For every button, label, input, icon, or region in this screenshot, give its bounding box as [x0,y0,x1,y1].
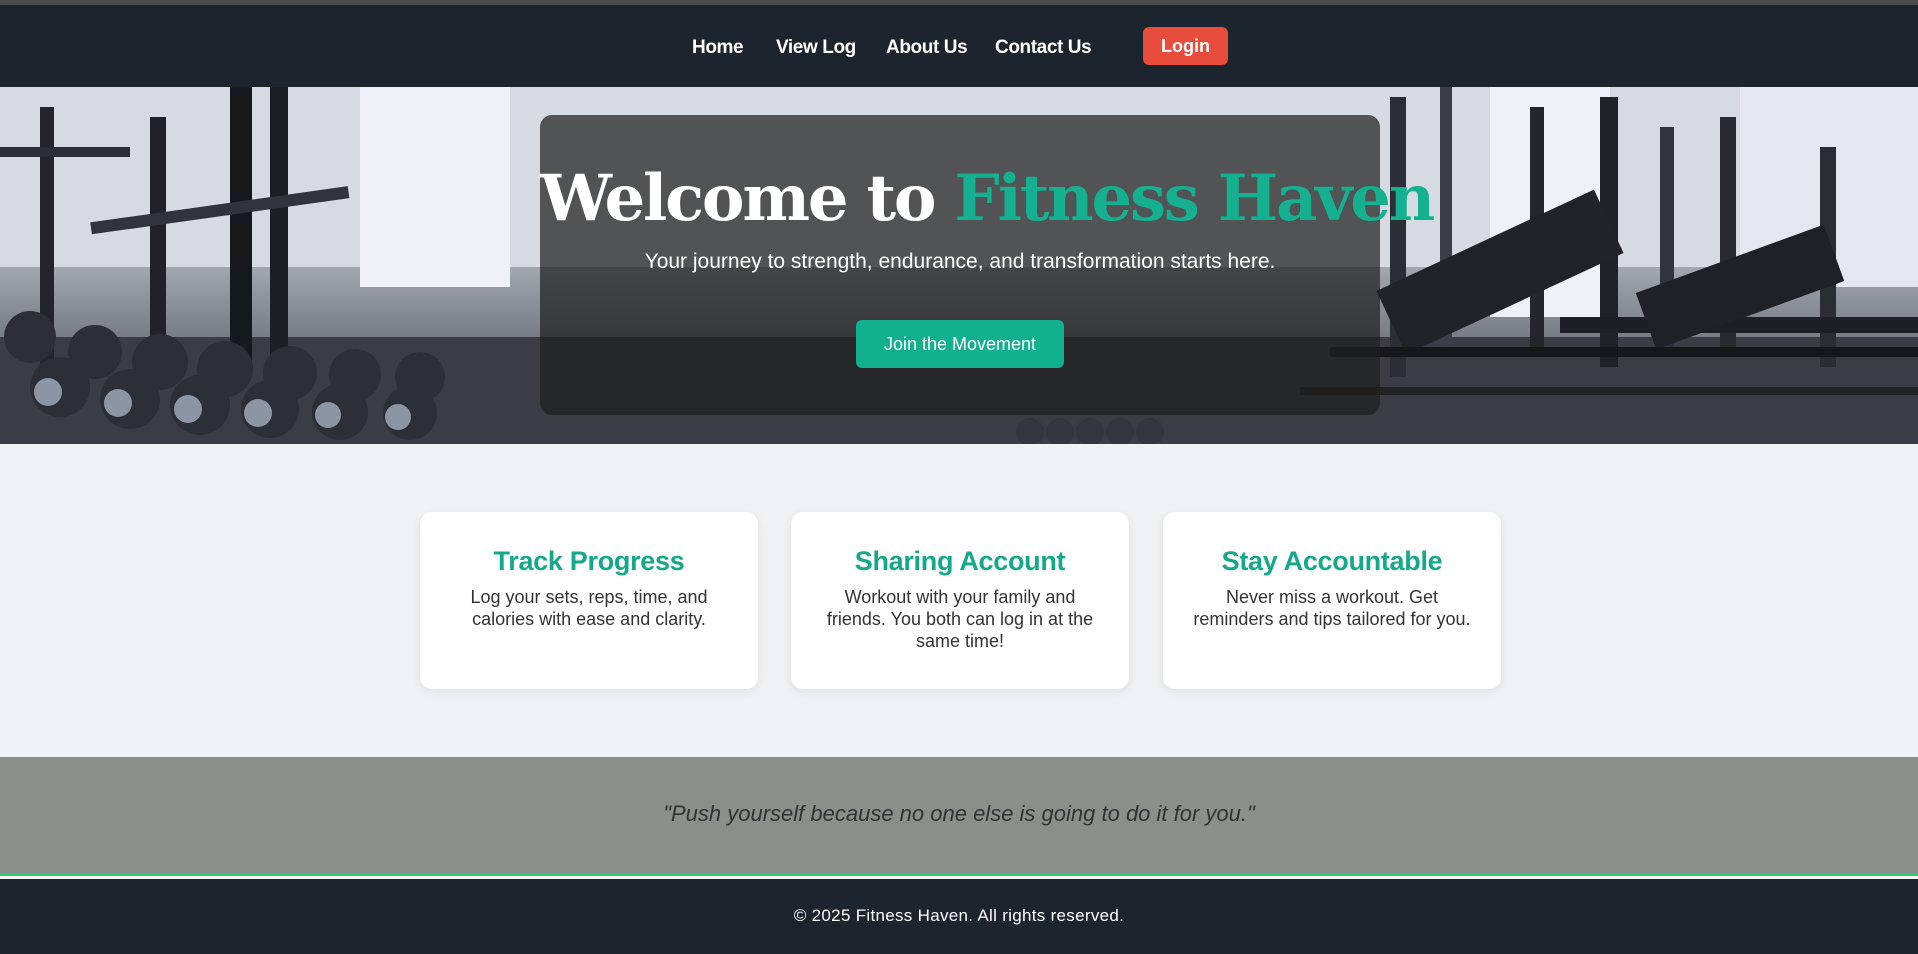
hero-title-prefix: Welcome to [540,161,955,236]
navbar: Home View Log About Us Contact Us Login [0,5,1918,87]
feature-title: Stay Accountable [1221,546,1443,576]
join-movement-button[interactable]: Join the Movement [856,320,1064,368]
hero-title: Welcome to Fitness Haven [540,167,1435,231]
feature-text: Workout with your family and friends. Yo… [826,587,1094,651]
nav-link-about-us[interactable]: About Us [886,37,968,59]
login-button[interactable]: Login [1143,27,1228,65]
hero-subtitle: Your journey to strength, endurance, and… [644,250,1276,273]
nav-link-view-log[interactable]: View Log [776,37,856,59]
feature-text: Log your sets, reps, time, and calories … [470,587,708,629]
feature-text: Never miss a workout. Get reminders and … [1193,587,1471,629]
hero-title-brand: Fitness Haven [954,161,1435,236]
feature-title: Track Progress [493,546,685,576]
quote-section: "Push yourself because no one else is go… [0,757,1918,876]
feature-card-sharing-account: Sharing Account Workout with your family… [791,512,1129,689]
feature-card-stay-accountable: Stay Accountable Never miss a workout. G… [1163,512,1501,689]
footer: © 2025 Fitness Haven. All rights reserve… [0,879,1918,954]
motivational-quote: "Push yourself because no one else is go… [663,801,1255,826]
feature-title: Sharing Account [854,546,1066,576]
copyright-text: © 2025 Fitness Haven. All rights reserve… [793,906,1125,925]
nav-link-contact-us[interactable]: Contact Us [995,37,1092,59]
hero-card: Welcome to Fitness Haven Your journey to… [540,115,1435,415]
nav-link-home[interactable]: Home [692,37,744,59]
hero-section: Welcome to Fitness Haven Your journey to… [0,87,1918,444]
feature-card-track-progress: Track Progress Log your sets, reps, time… [420,512,758,689]
